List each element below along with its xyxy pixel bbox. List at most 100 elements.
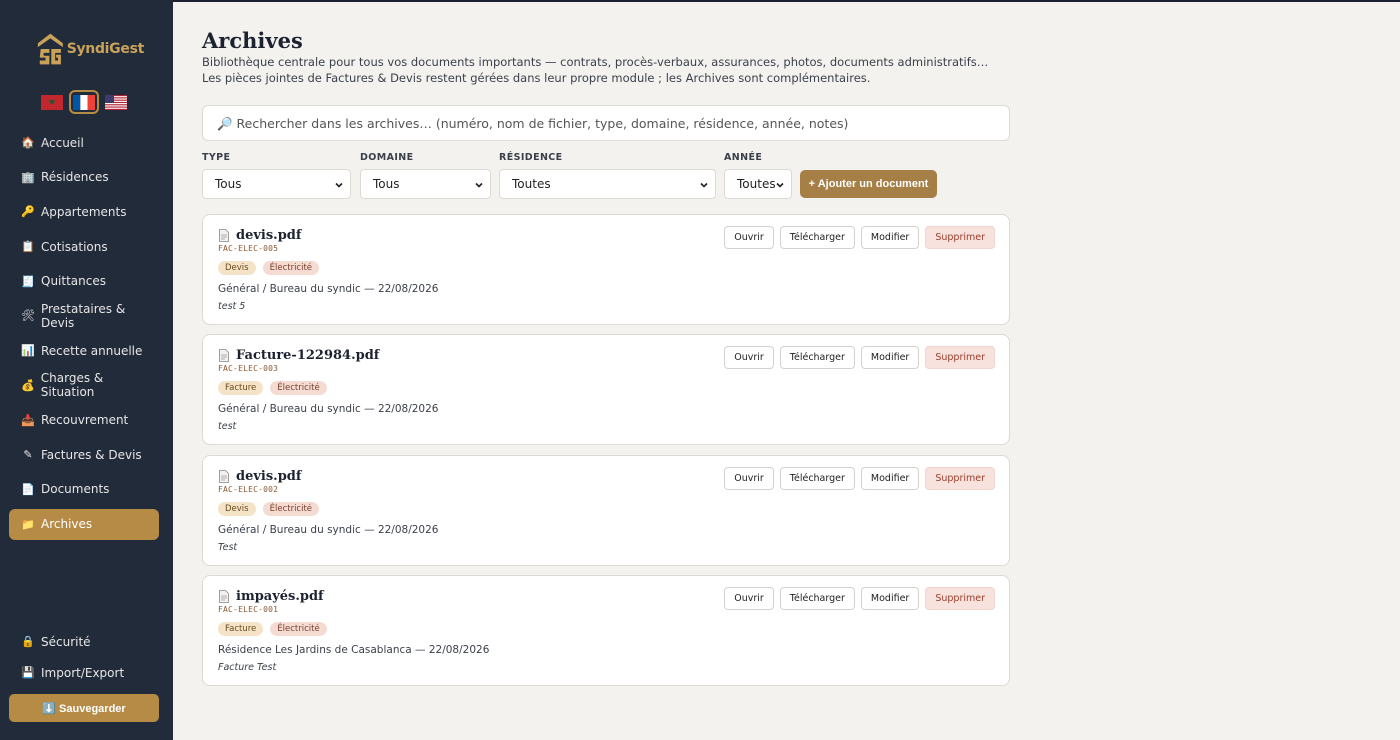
bar-chart-icon: 📊 <box>21 344 35 358</box>
sidebar-item-charges[interactable]: 💰 Charges & Situation <box>9 370 159 401</box>
download-button[interactable]: Télécharger <box>779 226 855 249</box>
sidebar-item-prestataires[interactable]: 🛠 Prestataires & Devis <box>9 300 159 331</box>
chevron-down-icon <box>335 182 343 188</box>
sidebar-item-accueil[interactable]: 🏠 Accueil <box>9 127 159 158</box>
residence-select[interactable]: Toutes <box>499 169 716 199</box>
open-button[interactable]: Ouvrir <box>724 467 774 490</box>
document-meta: Général / Bureau du syndic — 22/08/2026 <box>218 283 439 295</box>
app-name: SyndiGest <box>66 41 145 57</box>
open-button[interactable]: Ouvrir <box>724 226 774 249</box>
open-button[interactable]: Ouvrir <box>724 346 774 369</box>
download-button[interactable]: Télécharger <box>779 467 855 490</box>
sidebar-item-label: Quittances <box>41 274 106 289</box>
delete-button[interactable]: Supprimer <box>925 587 995 610</box>
delete-button[interactable]: Supprimer <box>925 346 995 369</box>
document-title: impayés.pdf <box>236 589 324 604</box>
type-badge: Devis <box>218 261 256 275</box>
document-note: Facture Test <box>218 662 277 673</box>
document-card: impayés.pdf FAC-ELEC-001 Facture Électri… <box>202 575 1010 686</box>
download-button[interactable]: Télécharger <box>779 587 855 610</box>
sidebar-item-label: Documents <box>41 482 110 497</box>
document-meta: Général / Bureau du syndic — 22/08/2026 <box>218 524 439 536</box>
top-border <box>0 0 1400 2</box>
document-note: test <box>218 421 237 432</box>
document-icon: 📄 <box>21 482 35 496</box>
sidebar-item-label: Accueil <box>41 135 84 150</box>
file-icon <box>219 470 229 483</box>
sidebar-item-recette[interactable]: 📊 Recette annuelle <box>9 335 159 366</box>
house-icon: 🏠 <box>21 136 35 149</box>
logo-icon <box>37 33 63 65</box>
edit-button[interactable]: Modifier <box>860 226 920 249</box>
delete-button[interactable]: Supprimer <box>925 467 995 490</box>
annee-select[interactable]: Toutes <box>724 169 792 199</box>
logo: SyndiGest <box>34 29 144 69</box>
search-bar <box>202 105 1010 141</box>
search-input[interactable] <box>217 115 977 131</box>
document-card: Facture-122984.pdf FAC-ELEC-003 Facture … <box>202 334 1010 445</box>
domaine-filter-label: DOMAINE <box>360 152 414 163</box>
sidebar-item-factures[interactable]: ✎ Factures & Devis <box>9 439 159 470</box>
download-button[interactable]: Télécharger <box>779 346 855 369</box>
document-title: devis.pdf <box>236 469 302 484</box>
domain-badge: Électricité <box>270 381 327 395</box>
chevron-down-icon <box>475 182 483 188</box>
sidebar-nav: 🏠 Accueil 🏢 Résidences 🔑 Appartements 📋 Coti… <box>9 127 159 543</box>
sidebar-item-residences[interactable]: 🏢 Résidences <box>9 162 159 193</box>
page-title: Archives <box>202 28 303 53</box>
sidebar-item-archives[interactable]: 📁 Archives <box>9 508 159 540</box>
sidebar-item-import-export[interactable]: 💾 Import/Export <box>9 657 159 688</box>
sidebar-item-appartements[interactable]: 🔑 Appartements <box>9 196 159 227</box>
document-meta: Général / Bureau du syndic — 22/08/2026 <box>218 403 439 415</box>
type-badge: Facture <box>218 622 264 636</box>
domain-badge: Électricité <box>270 622 327 636</box>
document-code: FAC-ELEC-001 <box>218 605 279 614</box>
sidebar-item-label: Archives <box>41 517 93 532</box>
document-note: test 5 <box>218 301 246 312</box>
sidebar-item-label: Prestataires & Devis <box>40 301 126 330</box>
delete-button[interactable]: Supprimer <box>925 226 995 249</box>
residence-select-value: Toutes <box>512 177 551 191</box>
sidebar-bottom-nav: 🔒 Sécurité 💾 Import/Export <box>9 626 159 688</box>
document-code: FAC-ELEC-005 <box>218 244 279 253</box>
france-flag[interactable] <box>69 90 99 114</box>
edit-button[interactable]: Modifier <box>860 467 920 490</box>
inbox-icon: 📥 <box>21 413 35 427</box>
sidebar-item-label: Recouvrement <box>41 413 129 427</box>
edit-button[interactable]: Modifier <box>860 346 920 369</box>
annee-filter-label: ANNÉE <box>724 152 763 163</box>
document-meta: Résidence Les Jardins de Casablanca — 22… <box>218 644 490 656</box>
sidebar-item-recouvrement[interactable]: 📥 Recouvrement <box>9 405 159 436</box>
edit-button[interactable]: Modifier <box>860 587 920 610</box>
domain-badge: Électricité <box>262 261 320 275</box>
folder-icon: 📁 <box>21 517 35 531</box>
document-card: devis.pdf FAC-ELEC-005 Devis Électricité… <box>202 214 1010 325</box>
sidebar-item-quittances[interactable]: 🧾 Quittances <box>9 266 159 297</box>
sidebar-item-label: Import/Export <box>41 665 125 680</box>
building-icon: 🏢 <box>21 170 35 184</box>
sidebar-item-label: Sécurité <box>41 634 91 649</box>
document-code: FAC-ELEC-002 <box>218 485 279 494</box>
type-select-value: Tous <box>215 177 242 191</box>
chevron-down-icon <box>776 182 784 188</box>
type-badge: Facture <box>218 381 264 395</box>
key-icon: 🔑 <box>21 205 35 219</box>
pen-icon: ✎ <box>23 448 33 462</box>
sidebar-item-label: Appartements <box>41 204 127 219</box>
add-document-button[interactable]: + Ajouter un document <box>800 170 937 198</box>
sidebar-item-cotisations[interactable]: 📋 Cotisations <box>9 231 159 262</box>
money-bag-icon: 💰 <box>21 378 35 392</box>
document-card: devis.pdf FAC-ELEC-002 Devis Électricité… <box>202 455 1010 566</box>
sidebar-item-securite[interactable]: 🔒 Sécurité <box>9 626 159 657</box>
domaine-select[interactable]: Tous <box>360 169 491 199</box>
usa-flag[interactable] <box>104 93 128 111</box>
morocco-flag[interactable] <box>40 93 64 111</box>
save-button[interactable]: ⬇️ Sauvegarder <box>9 694 159 722</box>
sidebar-item-documents[interactable]: 📄 Documents <box>9 474 159 505</box>
domaine-select-value: Tous <box>373 177 400 191</box>
language-switcher <box>40 90 128 114</box>
type-select[interactable]: Tous <box>202 169 351 199</box>
document-title: Facture-122984.pdf <box>236 348 380 363</box>
file-icon <box>219 590 229 603</box>
open-button[interactable]: Ouvrir <box>724 587 774 610</box>
